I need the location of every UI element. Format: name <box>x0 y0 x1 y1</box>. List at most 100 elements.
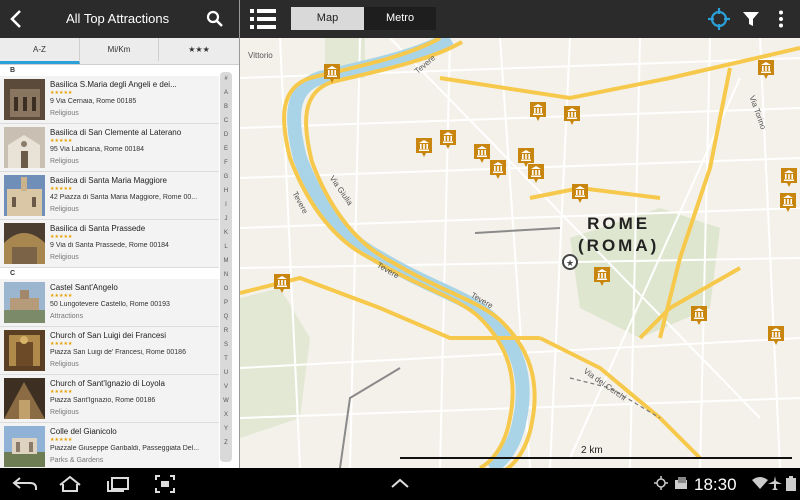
airplane-icon <box>768 476 782 490</box>
tab-sort-distance[interactable]: Mi/Km <box>80 38 159 61</box>
index-letter[interactable]: J <box>220 212 232 226</box>
museum-poi-icon[interactable] <box>528 164 544 183</box>
attraction-thumbnail <box>4 378 45 419</box>
attractions-panel: All Top Attractions A-Z Mi/Km ★★★ B Basi… <box>0 0 239 468</box>
attraction-thumbnail <box>4 330 45 371</box>
attraction-address: Piazza San Luigi de' Francesi, Rome 0018… <box>50 349 186 356</box>
attraction-list: B Basilica S.Maria degli Angeli e dei...… <box>0 65 219 468</box>
index-letter[interactable]: B <box>220 100 232 114</box>
index-letter[interactable]: T <box>220 352 232 366</box>
index-letter[interactable]: A <box>220 86 232 100</box>
index-letter[interactable]: U <box>220 366 232 380</box>
list-item[interactable]: Basilica di Santa Maria Maggiore ★★★★★ 4… <box>0 172 219 220</box>
index-letter[interactable]: O <box>220 282 232 296</box>
museum-poi-icon[interactable] <box>691 306 707 325</box>
rating-stars: ★★★★★ <box>50 234 73 240</box>
index-letter[interactable]: K <box>220 226 232 240</box>
back-icon[interactable] <box>12 476 38 492</box>
attraction-name: Colle del Gianicolo <box>50 427 117 436</box>
index-letter[interactable]: # <box>220 72 232 86</box>
index-letter[interactable]: X <box>220 408 232 422</box>
map-view[interactable]: ★ Vittorio Tevere Tevere Via Giulia Teve… <box>240 38 800 468</box>
museum-poi-icon[interactable] <box>490 160 506 179</box>
museum-poi-icon[interactable] <box>474 144 490 163</box>
attraction-name: Basilica di Santa Prassede <box>50 224 146 233</box>
index-letter[interactable]: F <box>220 156 232 170</box>
index-letter[interactable]: V <box>220 380 232 394</box>
wifi-icon <box>752 477 768 489</box>
index-letter[interactable]: Q <box>220 310 232 324</box>
list-item[interactable]: Colle del Gianicolo ★★★★★ Piazzale Giuse… <box>0 423 219 468</box>
museum-poi-icon[interactable] <box>416 138 432 157</box>
attraction-category: Religious <box>50 254 79 261</box>
index-letter[interactable]: P <box>220 296 232 310</box>
alphabet-index-scrollbar[interactable]: # A B C D E F G H I J K L M N O P Q R S T U V W X Y Z <box>220 72 232 462</box>
museum-poi-icon[interactable] <box>324 64 340 83</box>
attraction-name: Basilica S.Maria degli Angeli e dei... <box>50 80 177 89</box>
attraction-thumbnail <box>4 282 45 323</box>
attraction-thumbnail <box>4 223 45 264</box>
index-letter[interactable]: M <box>220 254 232 268</box>
system-navigation-bar: 18:30 <box>0 468 800 500</box>
index-letter[interactable]: R <box>220 324 232 338</box>
city-name: ROME <box>587 214 651 233</box>
tab-sort-az[interactable]: A-Z <box>0 38 80 64</box>
tab-sort-rating[interactable]: ★★★ <box>159 38 239 61</box>
panel-title: All Top Attractions <box>66 11 170 26</box>
screenshot-icon[interactable] <box>154 474 176 494</box>
chevron-up-icon[interactable] <box>390 477 410 489</box>
index-letter[interactable]: L <box>220 240 232 254</box>
museum-poi-icon[interactable] <box>780 193 796 212</box>
attraction-name: Basilica di San Clemente al Laterano <box>50 128 182 137</box>
list-item[interactable]: Church of San Luigi dei Francesi ★★★★★ P… <box>0 327 219 375</box>
index-letter[interactable]: C <box>220 114 232 128</box>
attraction-category: Parks & Gardens <box>50 457 104 464</box>
recent-apps-icon[interactable] <box>106 476 130 492</box>
index-letter[interactable]: W <box>220 394 232 408</box>
list-item[interactable]: Church of Sant'Ignazio di Loyola ★★★★★ P… <box>0 375 219 423</box>
museum-poi-icon[interactable] <box>768 326 784 345</box>
list-item[interactable]: Basilica di Santa Prassede ★★★★★ 9 Via d… <box>0 220 219 268</box>
index-letter[interactable]: Y <box>220 422 232 436</box>
map-base: ★ <box>240 38 800 468</box>
index-letter[interactable]: N <box>220 268 232 282</box>
clock: 18:30 <box>694 475 737 494</box>
back-arrow-icon[interactable] <box>6 8 28 30</box>
list-item[interactable]: Basilica S.Maria degli Angeli e dei... ★… <box>0 76 219 124</box>
museum-poi-icon[interactable] <box>781 168 797 187</box>
sort-tabs: A-Z Mi/Km ★★★ <box>0 38 239 65</box>
museum-poi-icon[interactable] <box>594 267 610 286</box>
index-letter[interactable]: E <box>220 142 232 156</box>
map-view-toggle[interactable]: Map <box>291 7 364 30</box>
museum-poi-icon[interactable] <box>274 274 290 293</box>
attraction-category: Attractions <box>50 313 84 320</box>
index-letter[interactable]: I <box>220 198 232 212</box>
locate-me-icon[interactable] <box>708 8 730 30</box>
metro-view-toggle[interactable]: Metro <box>364 7 436 30</box>
attraction-thumbnail <box>4 426 45 467</box>
museum-poi-icon[interactable] <box>564 106 580 125</box>
attraction-category: Religious <box>50 409 79 416</box>
rating-stars: ★★★★★ <box>50 437 73 443</box>
index-letter[interactable]: G <box>220 170 232 184</box>
list-item[interactable]: Basilica di San Clemente al Laterano ★★★… <box>0 124 219 172</box>
list-item[interactable]: Castel Sant'Angelo ★★★★★ 50 Lungotevere … <box>0 279 219 327</box>
section-header: B <box>0 65 219 76</box>
index-letter[interactable]: H <box>220 184 232 198</box>
search-icon[interactable] <box>206 10 224 28</box>
index-letter[interactable]: D <box>220 128 232 142</box>
attraction-address: 95 Via Labicana, Rome 00184 <box>50 146 145 153</box>
museum-poi-icon[interactable] <box>530 102 546 121</box>
index-letter[interactable]: S <box>220 338 232 352</box>
museum-poi-icon[interactable] <box>758 60 774 79</box>
rating-stars: ★★★★★ <box>50 389 73 395</box>
rating-stars: ★★★★★ <box>50 341 73 347</box>
more-options-icon[interactable] <box>776 10 786 28</box>
list-view-icon[interactable] <box>250 7 276 31</box>
index-letter[interactable]: Z <box>220 436 232 450</box>
section-header: C <box>0 268 219 279</box>
museum-poi-icon[interactable] <box>572 184 588 203</box>
filter-icon[interactable] <box>742 10 760 28</box>
home-icon[interactable] <box>58 475 82 493</box>
museum-poi-icon[interactable] <box>440 130 456 149</box>
